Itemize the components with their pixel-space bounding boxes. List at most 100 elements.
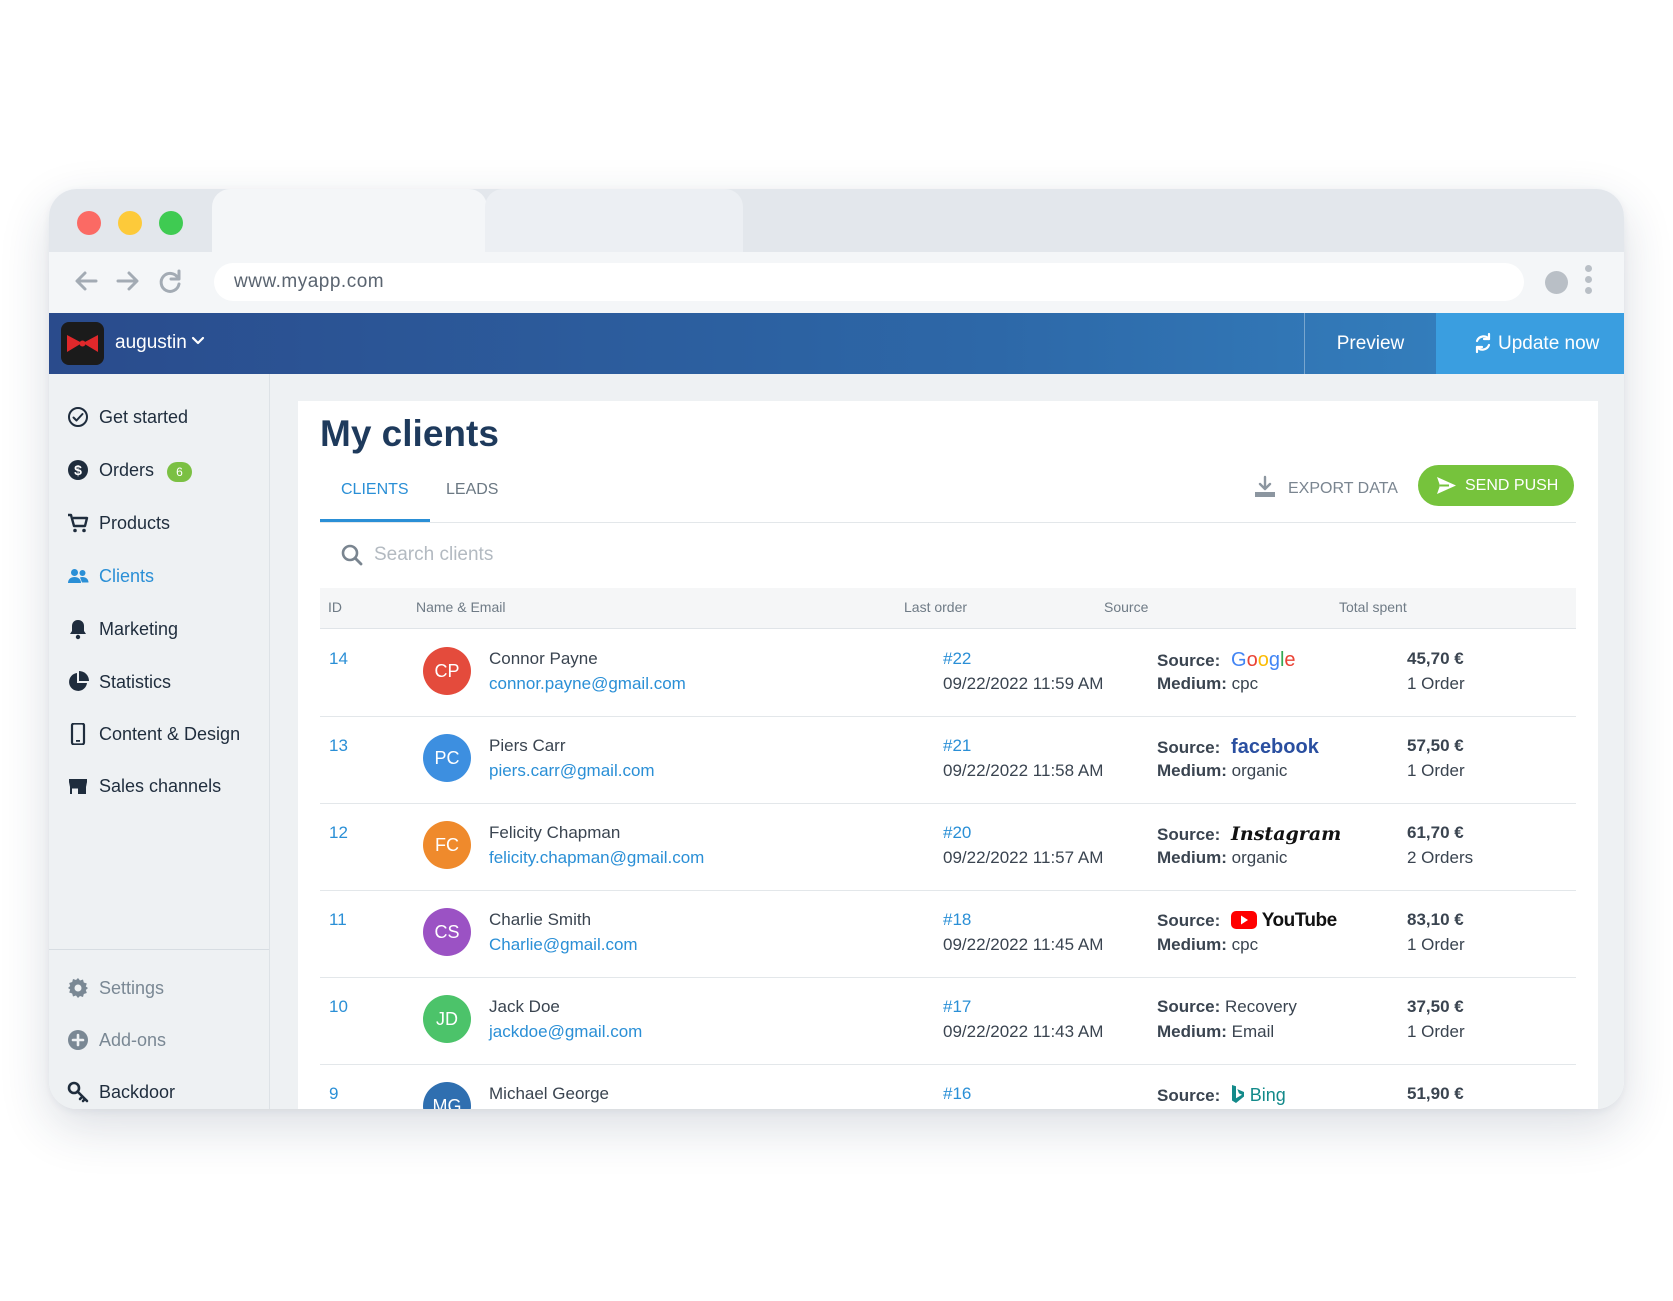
browser-tabstrip [49,189,1624,252]
table-header: ID Name & Email Last order Source Total … [320,588,1576,629]
app-content: Get started $ Orders 6 Products Clients … [49,374,1624,1109]
client-email-link[interactable]: piers.carr@gmail.com [489,761,655,781]
column-header-total-spent[interactable]: Total spent [1339,599,1407,615]
client-email-link[interactable]: connor.payne@gmail.com [489,674,686,694]
brand-logo [61,322,104,365]
profile-icon[interactable] [1545,271,1568,294]
browser-tab-active[interactable] [212,189,487,252]
source-label: Source: [1157,738,1221,757]
source-label: Source: [1157,1086,1221,1105]
google-logo: Google [1231,649,1296,671]
client-email-link[interactable]: felicity.chapman@gmail.com [489,848,704,868]
forward-arrow-icon[interactable] [113,266,143,296]
client-name: Piers Carr [489,736,566,755]
table-row[interactable]: 13 PC Piers Carr piers.carr@gmail.com #2… [320,716,1576,804]
source-line: Source: Bing [1157,1084,1286,1108]
reload-icon[interactable] [155,266,185,296]
medium-line: Medium: organic [1157,848,1287,868]
medium-label: Medium: [1157,935,1227,954]
browser-tab[interactable] [485,189,743,252]
source-line: Source: Google [1157,649,1296,673]
youtube-logo: YouTube [1261,910,1337,931]
orders-count-badge: 6 [167,462,192,482]
sidebar-item-label: Get started [99,407,189,427]
sidebar-item-label: Products [99,513,171,533]
maximize-window-button[interactable] [159,211,183,235]
svg-text:$: $ [74,462,82,478]
client-id[interactable]: 12 [329,823,348,843]
client-id[interactable]: 10 [329,997,348,1017]
phone-icon [70,723,86,745]
client-email-link[interactable]: jackdoe@gmail.com [489,1022,642,1042]
facebook-logo: facebook [1231,736,1319,758]
browser-menu-icon[interactable] [1585,265,1593,298]
url-field[interactable]: www.myapp.com [214,263,1524,301]
column-header-name-email[interactable]: Name & Email [416,599,505,615]
order-date: 09/22/2022 11:45 AM [943,935,1104,954]
order-link[interactable]: #18 [943,910,971,930]
medium-value: cpc [1231,674,1259,693]
minimize-window-button[interactable] [118,211,142,235]
order-link[interactable]: #17 [943,997,971,1017]
column-header-id[interactable]: ID [328,599,342,615]
sidebar-item-label: Statistics [99,672,172,692]
table-row[interactable]: 10 JD Jack Doe jackdoe@gmail.com #17 09/… [320,977,1576,1065]
bing-icon [1232,1085,1245,1103]
sidebar-item-label: Content & Design [99,724,241,744]
sidebar-item-label: Clients [99,566,155,586]
order-date: 09/22/2022 11:43 AM [943,1022,1104,1041]
tab-clients[interactable]: CLIENTS [341,481,409,499]
column-header-last-order[interactable]: Last order [904,599,967,615]
workspace-name[interactable]: augustin [115,332,187,354]
chevron-down-icon[interactable] [189,331,207,349]
table-row[interactable]: 9 MG Michael George #16 Source: Bing 51,… [320,1064,1576,1109]
plus-circle-icon [68,1030,88,1050]
order-link[interactable]: #16 [943,1084,971,1104]
order-link[interactable]: #22 [943,649,971,669]
source-line: Source: facebook [1157,736,1319,760]
source-line: Source: Recovery [1157,997,1297,1021]
order-count: 1 Order [1407,1022,1465,1041]
sidebar-item-label: Orders [99,460,155,480]
order-date: 09/22/2022 11:57 AM [943,848,1104,867]
order-link[interactable]: #20 [943,823,971,843]
bing-logo: Bing [1249,1085,1286,1105]
medium-value: Email [1231,1022,1275,1041]
client-name: Charlie Smith [489,910,592,929]
medium-line: Medium: cpc [1157,935,1258,955]
search-bar [320,522,1576,589]
search-input[interactable] [372,536,976,574]
column-header-source[interactable]: Source [1104,599,1148,615]
total-amount: 57,50 € [1407,736,1464,755]
sync-icon [1475,332,1491,354]
client-id[interactable]: 14 [329,649,348,669]
client-id[interactable]: 13 [329,736,348,756]
order-count: 1 Order [1407,935,1465,954]
total-amount: 83,10 € [1407,910,1464,929]
back-arrow-icon[interactable] [71,266,101,296]
client-id[interactable]: 11 [329,910,347,930]
tab-leads[interactable]: LEADS [446,481,498,499]
table-row[interactable]: 11 CS Charlie Smith Charlie@gmail.com #1… [320,890,1576,978]
client-id[interactable]: 9 [329,1084,338,1104]
order-date: 09/22/2022 11:59 AM [943,674,1104,693]
table-row[interactable]: 12 FC Felicity Chapman felicity.chapman@… [320,803,1576,891]
address-bar: www.myapp.com [49,252,1624,313]
cart-icon [68,513,89,533]
preview-button[interactable]: Preview [1304,313,1436,374]
sidebar-item-label: Add-ons [99,1030,167,1050]
send-icon [1437,477,1456,494]
order-link[interactable]: #21 [943,736,971,756]
client-email-link[interactable]: Charlie@gmail.com [489,935,638,955]
table-row[interactable]: 14 CP Connor Payne connor.payne@gmail.co… [320,629,1576,717]
avatar: MG [423,1082,471,1109]
total-amount: 51,90 € [1407,1084,1464,1103]
app-header: augustin Preview Update now [49,313,1624,374]
search-icon [341,544,363,566]
client-name: Jack Doe [489,997,560,1016]
page-title: My clients [320,413,499,454]
send-push-button[interactable]: SEND PUSH [1418,465,1574,506]
sidebar-item-label: Sales channels [99,776,222,796]
update-now-button[interactable]: Update now [1436,313,1624,374]
close-window-button[interactable] [77,211,101,235]
